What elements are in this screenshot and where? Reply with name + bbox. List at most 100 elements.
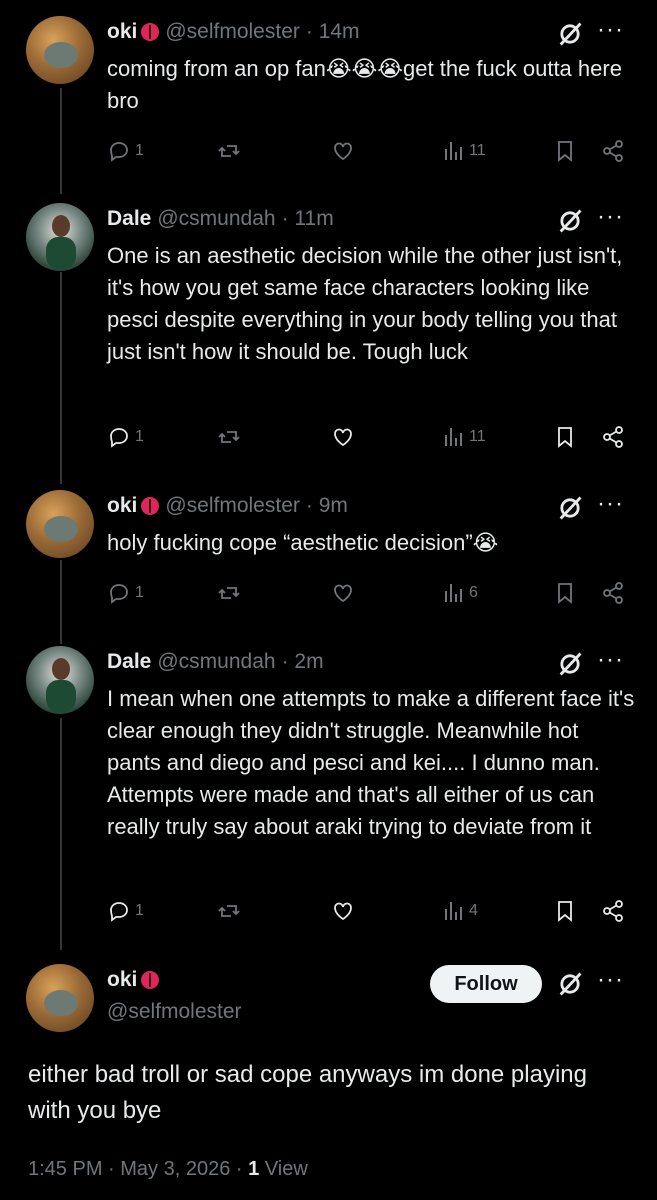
views-button[interactable]: 6: [441, 581, 478, 605]
tweet-text: I mean when one attempts to make a diffe…: [107, 686, 635, 839]
user-handle[interactable]: @csmundah: [157, 207, 275, 231]
bookmark-icon: [558, 583, 572, 604]
separator: ·: [235, 1158, 249, 1180]
grok-icon[interactable]: [556, 970, 584, 998]
more-icon[interactable]: ···: [597, 490, 624, 518]
bookmark-button[interactable]: [553, 139, 577, 163]
tweet-header: Dale @csmundah · 11m: [107, 207, 334, 231]
tweet-time[interactable]: · 11m: [282, 207, 334, 231]
avatar[interactable]: [26, 203, 94, 271]
user-name[interactable]: oki: [107, 20, 137, 44]
reply-button[interactable]: 1: [107, 139, 144, 163]
share-icon: [603, 900, 623, 922]
reply-icon: [110, 428, 128, 448]
ladybug-emoji-icon: [141, 497, 160, 515]
follow-button[interactable]: Follow: [430, 965, 542, 1003]
reply-icon: [110, 142, 128, 162]
heart-icon: [334, 902, 352, 921]
view-count: 4: [469, 902, 478, 919]
retweet-icon: [218, 905, 240, 917]
tweet-time[interactable]: · 9m: [306, 494, 348, 518]
more-icon[interactable]: ···: [597, 966, 624, 994]
reply-icon: [110, 902, 128, 922]
retweet-icon: [218, 587, 240, 599]
reply-button[interactable]: 1: [107, 581, 144, 605]
user-name[interactable]: Dale: [107, 207, 151, 231]
bookmark-button[interactable]: [553, 425, 577, 449]
more-icon[interactable]: ···: [597, 646, 624, 674]
view-count: 11: [469, 142, 486, 159]
bookmark-icon: [558, 141, 572, 162]
share-button[interactable]: [601, 581, 625, 605]
tweet-time[interactable]: · 14m: [306, 20, 360, 44]
tweet-time[interactable]: 1:45 PM: [28, 1158, 102, 1180]
avatar[interactable]: [26, 490, 94, 558]
user-handle[interactable]: @selfmolester: [165, 494, 300, 518]
like-button[interactable]: [331, 899, 355, 923]
tweet-meta: 1:45 PM · May 3, 2026 · 1 View: [28, 1158, 308, 1181]
grok-icon[interactable]: [556, 20, 584, 48]
bookmark-button[interactable]: [553, 899, 577, 923]
heart-icon: [334, 584, 352, 603]
grok-icon[interactable]: [556, 650, 584, 678]
like-button[interactable]: [331, 425, 355, 449]
views-button[interactable]: 4: [441, 899, 478, 923]
retweet-button[interactable]: [217, 581, 241, 605]
user-name[interactable]: Dale: [107, 650, 151, 674]
share-icon: [603, 582, 623, 604]
reply-button[interactable]: 1: [107, 425, 144, 449]
views-icon: [445, 142, 462, 160]
view-count: 1: [248, 1158, 260, 1180]
heart-icon: [334, 428, 352, 447]
grok-icon[interactable]: [556, 494, 584, 522]
user-handle[interactable]: @csmundah: [157, 650, 275, 674]
retweet-icon: [218, 145, 240, 157]
thread-line: [60, 718, 62, 950]
reply-button[interactable]: 1: [107, 899, 144, 923]
tweet-date[interactable]: May 3, 2026: [120, 1158, 230, 1180]
retweet-button[interactable]: [217, 425, 241, 449]
share-icon: [603, 426, 623, 448]
ladybug-emoji-icon: [141, 971, 160, 989]
thread-line: [60, 272, 62, 484]
user-name[interactable]: oki: [107, 968, 137, 992]
tweet-actions: 1 6: [107, 581, 637, 609]
like-button[interactable]: [331, 139, 355, 163]
reply-count: 1: [135, 584, 144, 601]
like-button[interactable]: [331, 581, 355, 605]
tweet-header: oki @selfmolester · 9m: [107, 494, 348, 518]
views-icon: [445, 584, 462, 602]
avatar[interactable]: [26, 964, 94, 1032]
more-icon[interactable]: ···: [597, 16, 624, 44]
grok-icon[interactable]: [556, 207, 584, 235]
share-button[interactable]: [601, 139, 625, 163]
share-button[interactable]: [601, 425, 625, 449]
view-count: 11: [469, 428, 486, 445]
share-icon: [603, 140, 623, 162]
views-button[interactable]: 11: [441, 425, 486, 449]
tweet-actions: 1 11: [107, 425, 637, 453]
share-button[interactable]: [601, 899, 625, 923]
reply-count: 1: [135, 142, 144, 159]
retweet-button[interactable]: [217, 139, 241, 163]
user-handle[interactable]: @selfmolester: [165, 20, 300, 44]
views-icon: [445, 902, 462, 920]
bookmark-icon: [558, 901, 572, 922]
tweet-text: One is an aesthetic decision while the o…: [107, 243, 623, 364]
retweet-icon: [218, 431, 240, 443]
tweet-actions: 1 11: [107, 139, 637, 167]
avatar[interactable]: [26, 646, 94, 714]
views-icon: [445, 428, 462, 446]
user-handle[interactable]: @selfmolester: [107, 1000, 242, 1024]
retweet-button[interactable]: [217, 899, 241, 923]
view-label: View: [264, 1158, 308, 1180]
view-count: 6: [469, 584, 478, 601]
tweet-header: Dale @csmundah · 2m: [107, 650, 324, 674]
reply-icon: [110, 584, 128, 604]
bookmark-button[interactable]: [553, 581, 577, 605]
user-name[interactable]: oki: [107, 494, 137, 518]
tweet-time[interactable]: · 2m: [282, 650, 324, 674]
views-button[interactable]: 11: [441, 139, 486, 163]
avatar[interactable]: [26, 16, 94, 84]
more-icon[interactable]: ···: [597, 203, 624, 231]
